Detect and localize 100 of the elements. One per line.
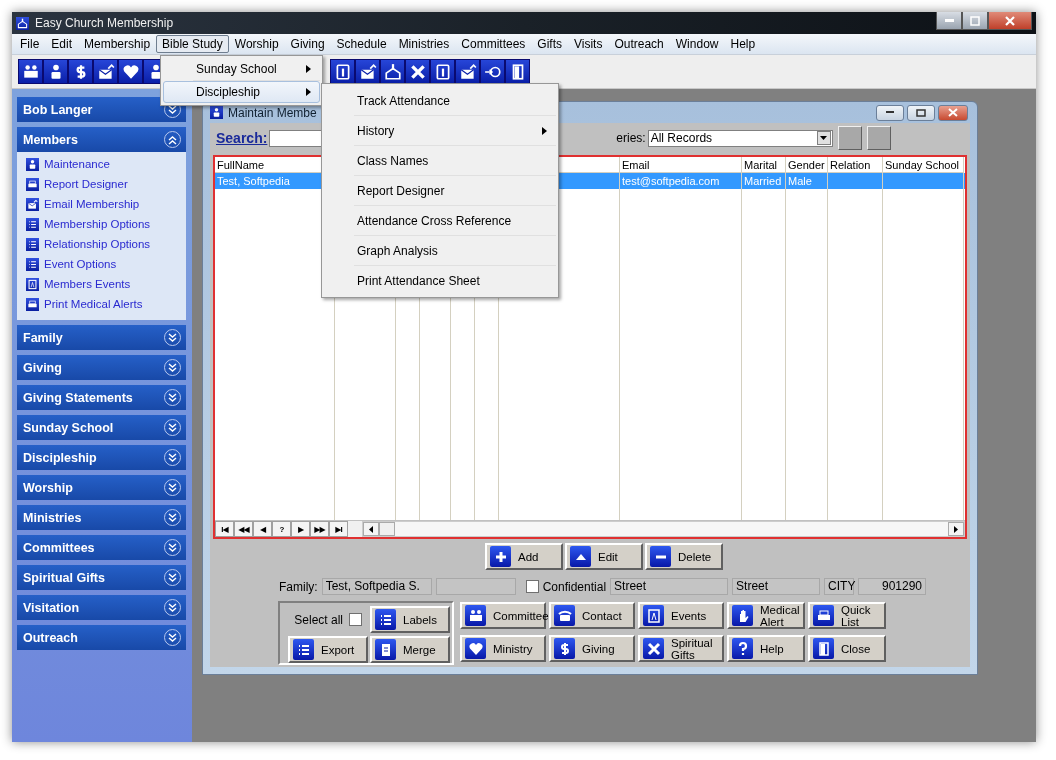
column-header[interactable]: Marital (744, 159, 777, 171)
column-header[interactable]: Sunday School (885, 159, 959, 171)
envelope-icon[interactable] (355, 59, 380, 84)
search-field[interactable] (269, 129, 324, 147)
menu-item[interactable]: Edit (45, 35, 79, 53)
sidebar-panel-header[interactable]: Members (17, 127, 186, 152)
sidebar-panel-header[interactable]: Committees (17, 535, 186, 560)
sidebar-link[interactable]: Print Medical Alerts (44, 298, 143, 310)
tool-button[interactable]: Merge (370, 636, 450, 663)
menu-item[interactable]: Gifts (531, 35, 568, 53)
menu-option[interactable]: Discipleship (163, 81, 320, 103)
menu-item[interactable]: Outreach (608, 35, 670, 53)
menu-item[interactable]: Worship (228, 35, 285, 53)
dollar-icon[interactable] (68, 59, 93, 84)
sidebar-panel-header[interactable]: Worship (17, 475, 186, 500)
tool-button[interactable]: Labels (370, 606, 450, 633)
sidebar-link[interactable]: Report Designer (44, 178, 128, 190)
menu-item[interactable]: Ministries (392, 35, 456, 53)
address-field[interactable]: Street (610, 578, 729, 595)
sidebar-link[interactable]: Maintenance (44, 158, 110, 170)
function-button[interactable]: Medical Alert (727, 602, 805, 629)
action-button[interactable]: Edit (565, 543, 643, 570)
function-button[interactable]: Spiritual Gifts (638, 635, 724, 662)
function-button[interactable]: Committee (460, 602, 546, 629)
sidebar-link[interactable]: Membership Options (44, 218, 151, 230)
minimize-button[interactable] (936, 12, 962, 30)
menu-item[interactable]: Help (724, 35, 762, 53)
close-button[interactable] (988, 12, 1032, 30)
sidebar-link[interactable]: Relationship Options (44, 238, 151, 250)
church-icon[interactable] (380, 59, 405, 84)
sidebar-panel-header[interactable]: Spiritual Gifts (17, 565, 186, 590)
action-button[interactable]: Delete (645, 543, 723, 570)
function-button[interactable]: Help (727, 635, 805, 662)
tools-icon[interactable] (405, 59, 430, 84)
maximize-button[interactable] (907, 104, 935, 121)
column-header[interactable]: Gender (788, 159, 825, 171)
function-button[interactable]: Contact (549, 602, 635, 629)
sidebar-panel-header[interactable]: Discipleship (17, 445, 186, 470)
menu-item[interactable]: Bible Study (156, 35, 229, 53)
function-button[interactable]: Quick List (808, 602, 886, 629)
person-icon[interactable] (43, 59, 68, 84)
sidebar-panel-header[interactable]: Giving (17, 355, 186, 380)
column-header[interactable]: FullName (217, 159, 265, 171)
column-header[interactable]: Relation (830, 159, 871, 171)
envelope-icon[interactable] (93, 59, 118, 84)
address-field[interactable]: 901290 (858, 578, 927, 595)
sidebar-link[interactable]: Members Events (44, 278, 131, 290)
menu-option[interactable]: Attendance Cross Reference (324, 206, 556, 235)
sidebar-panel-header[interactable]: Bob Langer (17, 97, 186, 122)
menu-option[interactable]: Class Names (324, 146, 556, 175)
empty-field[interactable] (435, 578, 516, 595)
horizontal-scrollbar[interactable] (362, 521, 965, 537)
sidebar-panel-header[interactable]: Giving Statements (17, 385, 186, 410)
menu-option[interactable]: History (324, 116, 556, 145)
calendar-icon[interactable] (430, 59, 455, 84)
close-button[interactable] (938, 104, 968, 121)
navigator-button[interactable]: ▶▶ (310, 521, 329, 537)
envelope-icon[interactable] (455, 59, 480, 84)
menu-option[interactable]: Track Attendance (324, 86, 556, 115)
sidebar-panel-header[interactable]: Ministries (17, 505, 186, 530)
function-button[interactable]: Events (638, 602, 724, 629)
navigator-button[interactable]: ▶ (291, 521, 310, 537)
sidebar-panel-header[interactable]: Family (17, 325, 186, 350)
menu-item[interactable]: Giving (284, 35, 331, 53)
tool-button[interactable]: Export (288, 636, 368, 663)
square-button[interactable] (837, 126, 862, 150)
square-button[interactable] (866, 126, 891, 150)
people-icon[interactable] (18, 59, 43, 84)
menu-item[interactable]: Window (669, 35, 725, 53)
function-button[interactable]: Close (808, 635, 886, 662)
navigator-button[interactable]: I◀ (215, 521, 234, 537)
door-icon[interactable] (505, 59, 530, 84)
menu-option[interactable]: Graph Analysis (324, 236, 556, 265)
restore-button[interactable] (962, 12, 988, 30)
function-button[interactable]: Giving (549, 635, 635, 662)
menu-item[interactable]: Committees (455, 35, 532, 53)
family-field[interactable]: Test, Softpedia S. (321, 578, 432, 595)
navigator-button[interactable]: ▶I (329, 521, 348, 537)
scroll-thumb[interactable] (379, 522, 395, 536)
checkbox[interactable] (525, 580, 539, 593)
calendar-icon[interactable] (330, 59, 355, 84)
menu-item[interactable]: Membership (78, 35, 157, 53)
query-dropdown[interactable]: All Records (647, 129, 833, 147)
navigator-button[interactable]: ◀◀ (234, 521, 253, 537)
action-button[interactable]: Add (485, 543, 563, 570)
column-header[interactable]: Email (622, 159, 650, 171)
navigator-button[interactable]: ? (272, 521, 291, 537)
menu-option[interactable]: Sunday School (163, 58, 320, 80)
sidebar-link[interactable]: Email Membership (44, 198, 140, 210)
navigator-button[interactable]: ◀ (253, 521, 272, 537)
function-button[interactable]: Ministry (460, 635, 546, 662)
address-field[interactable]: CITY (824, 578, 855, 595)
address-field[interactable]: Street (732, 578, 821, 595)
menu-item[interactable]: File (14, 35, 46, 53)
sidebar-panel-header[interactable]: Outreach (17, 625, 186, 650)
sidebar-link[interactable]: Event Options (44, 258, 117, 270)
menu-item[interactable]: Schedule (330, 35, 393, 53)
checkbox[interactable] (349, 613, 362, 626)
minimize-button[interactable] (876, 104, 904, 121)
menu-item[interactable]: Visits (568, 35, 609, 53)
